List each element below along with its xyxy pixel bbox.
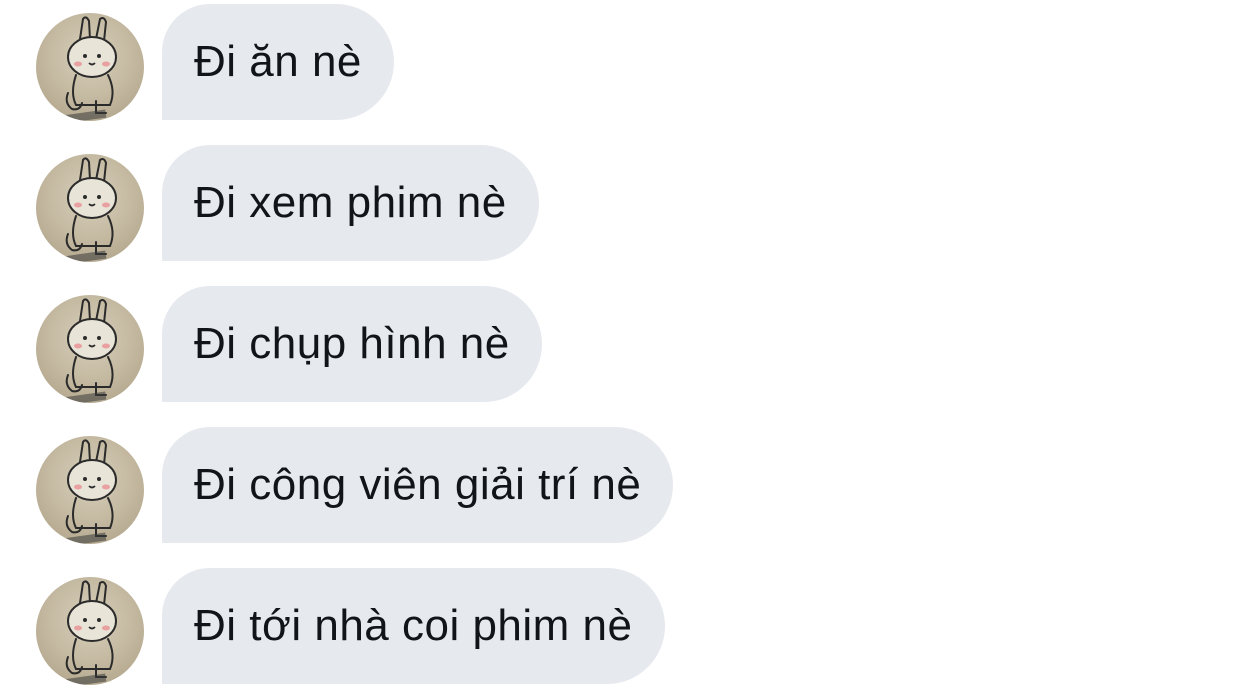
bunny-sticker-avatar-icon xyxy=(55,16,117,121)
message-row: Đi tới nhà coi phim nè xyxy=(0,568,1242,685)
message-row: Đi ăn nè xyxy=(0,4,1242,121)
message-bubble[interactable]: Đi tới nhà coi phim nè xyxy=(162,568,665,684)
sender-avatar[interactable] xyxy=(36,436,144,544)
message-bubble[interactable]: Đi chụp hình nè xyxy=(162,286,542,402)
message-row: Đi chụp hình nè xyxy=(0,286,1242,403)
message-text: Đi xem phim nè xyxy=(194,178,507,227)
message-text: Đi ăn nè xyxy=(194,37,362,86)
message-row: Đi xem phim nè xyxy=(0,145,1242,262)
sender-avatar[interactable] xyxy=(36,577,144,685)
message-text: Đi tới nhà coi phim nè xyxy=(194,601,633,650)
bunny-sticker-avatar-icon xyxy=(55,157,117,262)
sender-avatar[interactable] xyxy=(36,154,144,262)
sender-avatar[interactable] xyxy=(36,13,144,121)
bunny-sticker-avatar-icon xyxy=(55,580,117,685)
bunny-sticker-avatar-icon xyxy=(55,439,117,544)
sender-avatar[interactable] xyxy=(36,295,144,403)
message-thread: Đi ăn nè Đi xem phim nè Đi chụp hình nè … xyxy=(0,0,1242,695)
message-bubble[interactable]: Đi ăn nè xyxy=(162,4,394,120)
message-bubble[interactable]: Đi xem phim nè xyxy=(162,145,539,261)
message-text: Đi công viên giải trí nè xyxy=(194,460,642,509)
bunny-sticker-avatar-icon xyxy=(55,298,117,403)
message-row: Đi công viên giải trí nè xyxy=(0,427,1242,544)
message-text: Đi chụp hình nè xyxy=(194,319,510,368)
message-bubble[interactable]: Đi công viên giải trí nè xyxy=(162,427,674,543)
